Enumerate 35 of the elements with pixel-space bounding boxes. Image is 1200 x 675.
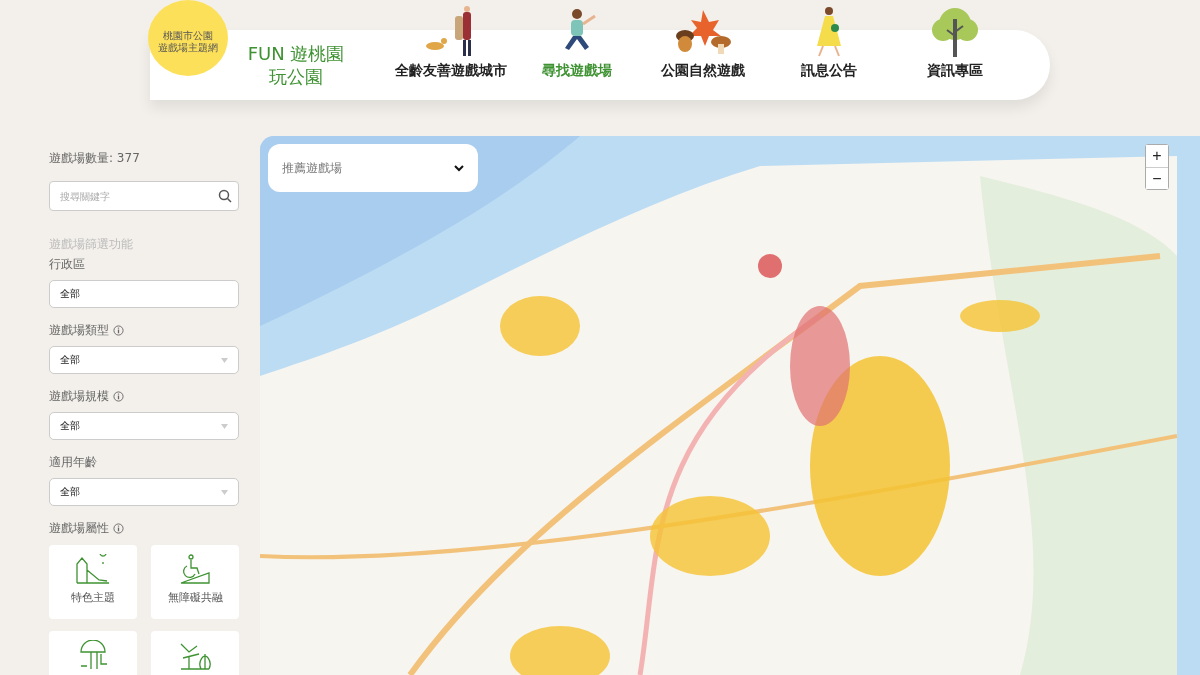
wheelchair-ramp-icon (179, 554, 211, 584)
attribute-card[interactable]: 無障礙共融 (151, 545, 239, 619)
playground-count: 遊戲場數量: 377 (49, 150, 141, 167)
attribute-card[interactable]: 特色主題 (49, 545, 137, 619)
map[interactable]: 推薦遊戲場 + − (260, 136, 1177, 675)
caret-icon (221, 357, 228, 363)
info-icon[interactable] (113, 391, 124, 402)
filter-select[interactable]: 全部 (49, 346, 239, 374)
filter-label: 適用年齡 (49, 454, 97, 471)
nav-item[interactable]: 公園自然遊戲 (640, 6, 766, 100)
nav-item[interactable]: 尋找遊戲場 (514, 6, 640, 100)
brand-title: 玩公園 (269, 65, 323, 89)
filter-label: 遊戲場屬性 (49, 520, 109, 537)
filter-select[interactable]: 全部 (49, 478, 239, 506)
filter-label: 行政區 (49, 256, 85, 273)
chevron-down-icon (454, 164, 464, 172)
nav-item[interactable]: 資訊專區 (892, 6, 1018, 100)
search-icon[interactable] (218, 189, 232, 203)
info-icon[interactable] (113, 325, 124, 336)
caret-icon (221, 423, 228, 429)
badge-text: 遊戲場主題網 (158, 42, 218, 54)
map-dropdown[interactable]: 推薦遊戲場 (268, 144, 478, 192)
brand-title: FUN 遊桃園 (247, 41, 345, 65)
filter-label: 遊戲場規模 (49, 388, 109, 405)
info-icon[interactable] (113, 523, 124, 534)
search-input[interactable]: 搜尋關鍵字 (60, 182, 218, 210)
badge-text: 桃園市公園 (163, 30, 213, 42)
search-field[interactable]: 搜尋關鍵字 (49, 181, 239, 211)
nav-item[interactable]: 訊息公告 (766, 6, 892, 100)
filter-select[interactable]: 全部 (49, 412, 239, 440)
nav-item[interactable]: 全齡友善遊戲城市 (388, 6, 514, 100)
filter-select[interactable]: 全部 (49, 280, 239, 308)
filter-label: 遊戲場類型 (49, 322, 109, 339)
zoom-out-button[interactable]: − (1146, 167, 1168, 189)
caret-icon (221, 489, 228, 495)
